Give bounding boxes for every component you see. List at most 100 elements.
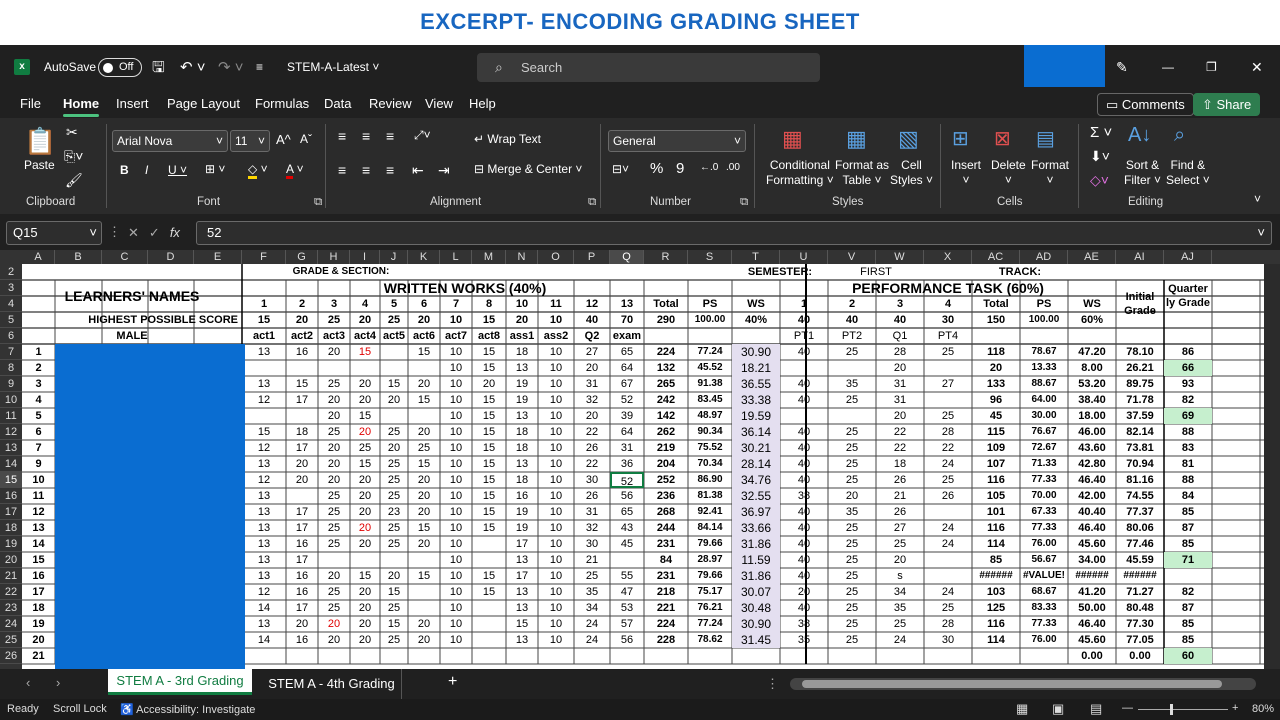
ww-ps[interactable]: 86.90 — [688, 472, 732, 488]
ww-number[interactable]: WS — [732, 296, 780, 312]
row-header[interactable]: 24 — [0, 616, 22, 632]
ww-ps[interactable]: 77.24 — [688, 344, 732, 360]
pt-score[interactable]: 34 — [876, 584, 924, 600]
ww-score[interactable]: 30 — [574, 472, 610, 488]
ww-score[interactable]: 15 — [472, 568, 506, 584]
cut-icon[interactable]: ✂ — [66, 124, 78, 141]
pt-score[interactable]: 25 — [876, 616, 924, 632]
ww-score[interactable] — [318, 552, 350, 568]
row-header[interactable]: 15 — [0, 472, 22, 488]
ww-hps[interactable]: 15 — [242, 312, 286, 328]
ww-score[interactable]: 13 — [506, 632, 538, 648]
ww-score[interactable]: 18 — [286, 424, 318, 440]
ww-score[interactable]: 10 — [538, 552, 574, 568]
ww-score[interactable]: 64 — [610, 360, 644, 376]
quarterly-grade[interactable]: 71 — [1164, 552, 1212, 568]
pt-score[interactable]: 20 — [780, 584, 828, 600]
pt-ps[interactable]: 88.67 — [1020, 376, 1068, 392]
pt-total[interactable]: 116 — [972, 520, 1020, 536]
ww-total[interactable]: 242 — [644, 392, 688, 408]
pt-score[interactable]: 38 — [780, 488, 828, 504]
learner-number[interactable]: 11 — [22, 488, 55, 504]
scroll-thumb[interactable] — [802, 680, 1222, 688]
pt-total[interactable]: 109 — [972, 440, 1020, 456]
ww-score[interactable]: 20 — [408, 616, 440, 632]
ww-ws[interactable]: 33.38 — [732, 392, 780, 408]
learner-number[interactable]: 4 — [22, 392, 55, 408]
pt-ps[interactable]: 72.67 — [1020, 440, 1068, 456]
learner-number[interactable]: 3 — [22, 376, 55, 392]
pt-score[interactable]: 25 — [828, 440, 876, 456]
ww-score[interactable] — [408, 600, 440, 616]
ww-score[interactable]: 17 — [286, 440, 318, 456]
menu-formulas[interactable]: Formulas — [255, 96, 309, 111]
pt-score[interactable] — [924, 360, 972, 376]
ww-ps[interactable]: 81.38 — [688, 488, 732, 504]
ww-score[interactable]: 14 — [242, 632, 286, 648]
pt-total[interactable]: 116 — [972, 472, 1020, 488]
ww-score[interactable]: 19 — [506, 392, 538, 408]
ww-score[interactable]: 21 — [574, 552, 610, 568]
ww-score[interactable]: 10 — [440, 552, 472, 568]
row-header[interactable]: 8 — [0, 360, 22, 376]
ww-number[interactable]: 3 — [318, 296, 350, 312]
ww-score[interactable] — [408, 360, 440, 376]
ww-ws[interactable]: 31.45 — [732, 632, 780, 648]
ww-score[interactable]: 20 — [350, 520, 380, 536]
column-header[interactable]: I — [350, 250, 380, 264]
ww-total[interactable]: 231 — [644, 536, 688, 552]
ww-score[interactable]: 20 — [318, 616, 350, 632]
ww-score[interactable]: 56 — [610, 488, 644, 504]
pt-ws[interactable]: 46.00 — [1068, 424, 1116, 440]
column-header[interactable]: AJ — [1164, 250, 1212, 264]
pt-total[interactable]: 45 — [972, 408, 1020, 424]
pt-hps[interactable]: 60% — [1068, 312, 1116, 328]
ww-activity-name[interactable]: ass1 — [506, 328, 538, 344]
ww-number[interactable]: 12 — [574, 296, 610, 312]
ww-score[interactable]: 20 — [318, 344, 350, 360]
pt-score[interactable] — [924, 392, 972, 408]
pt-ps[interactable] — [1020, 648, 1068, 664]
ww-ws[interactable]: 31.86 — [732, 568, 780, 584]
bold-icon[interactable]: B — [120, 163, 129, 177]
pt-score[interactable]: 40 — [780, 600, 828, 616]
pt-number[interactable]: 3 — [876, 296, 924, 312]
pt-score[interactable]: 25 — [828, 536, 876, 552]
ww-score[interactable]: 25 — [380, 456, 408, 472]
ww-ps[interactable]: 91.38 — [688, 376, 732, 392]
row-header[interactable]: 11 — [0, 408, 22, 424]
page-break-view-icon[interactable]: ▤ — [1090, 701, 1102, 717]
zoom-slider-thumb[interactable] — [1170, 704, 1173, 715]
ww-score[interactable]: 17 — [286, 520, 318, 536]
ww-hps[interactable]: 10 — [538, 312, 574, 328]
quarterly-grade[interactable]: 85 — [1164, 616, 1212, 632]
initial-grade[interactable]: 37.59 — [1116, 408, 1164, 424]
horizontal-scrollbar[interactable] — [790, 678, 1256, 690]
written-works-header[interactable]: WRITTEN WORKS (40%) — [242, 280, 688, 296]
ww-score[interactable]: 20 — [318, 440, 350, 456]
ww-ws[interactable]: 36.55 — [732, 376, 780, 392]
pt-total[interactable]: 96 — [972, 392, 1020, 408]
ww-score[interactable]: 16 — [286, 536, 318, 552]
ww-ps[interactable]: 48.97 — [688, 408, 732, 424]
undo-icon[interactable]: ↶ ˅ — [180, 45, 206, 90]
ww-hps[interactable]: 15 — [472, 312, 506, 328]
quarterly-grade[interactable]: 84 — [1164, 488, 1212, 504]
pt-score[interactable]: 25 — [924, 344, 972, 360]
autosum-icon[interactable]: Σ ˅ — [1090, 124, 1112, 141]
performance-task-header[interactable]: PERFORMANCE TASK (60%) — [780, 280, 1116, 296]
ww-score[interactable]: 53 — [610, 600, 644, 616]
pt-score[interactable]: 24 — [924, 456, 972, 472]
format-painter-icon[interactable]: 🖌 — [65, 172, 83, 189]
ww-score[interactable]: 17 — [286, 504, 318, 520]
ww-score[interactable]: 67 — [610, 376, 644, 392]
column-header[interactable]: P — [574, 250, 610, 264]
quarterly-grade[interactable]: 82 — [1164, 584, 1212, 600]
pt-score[interactable] — [780, 648, 828, 664]
ww-number[interactable]: 8 — [472, 296, 506, 312]
learner-number[interactable]: 14 — [22, 536, 55, 552]
ww-score[interactable]: 45 — [610, 536, 644, 552]
number-format-select[interactable]: General ˅ — [608, 130, 746, 152]
pt-score[interactable]: 28 — [876, 344, 924, 360]
learner-number[interactable]: 10 — [22, 472, 55, 488]
